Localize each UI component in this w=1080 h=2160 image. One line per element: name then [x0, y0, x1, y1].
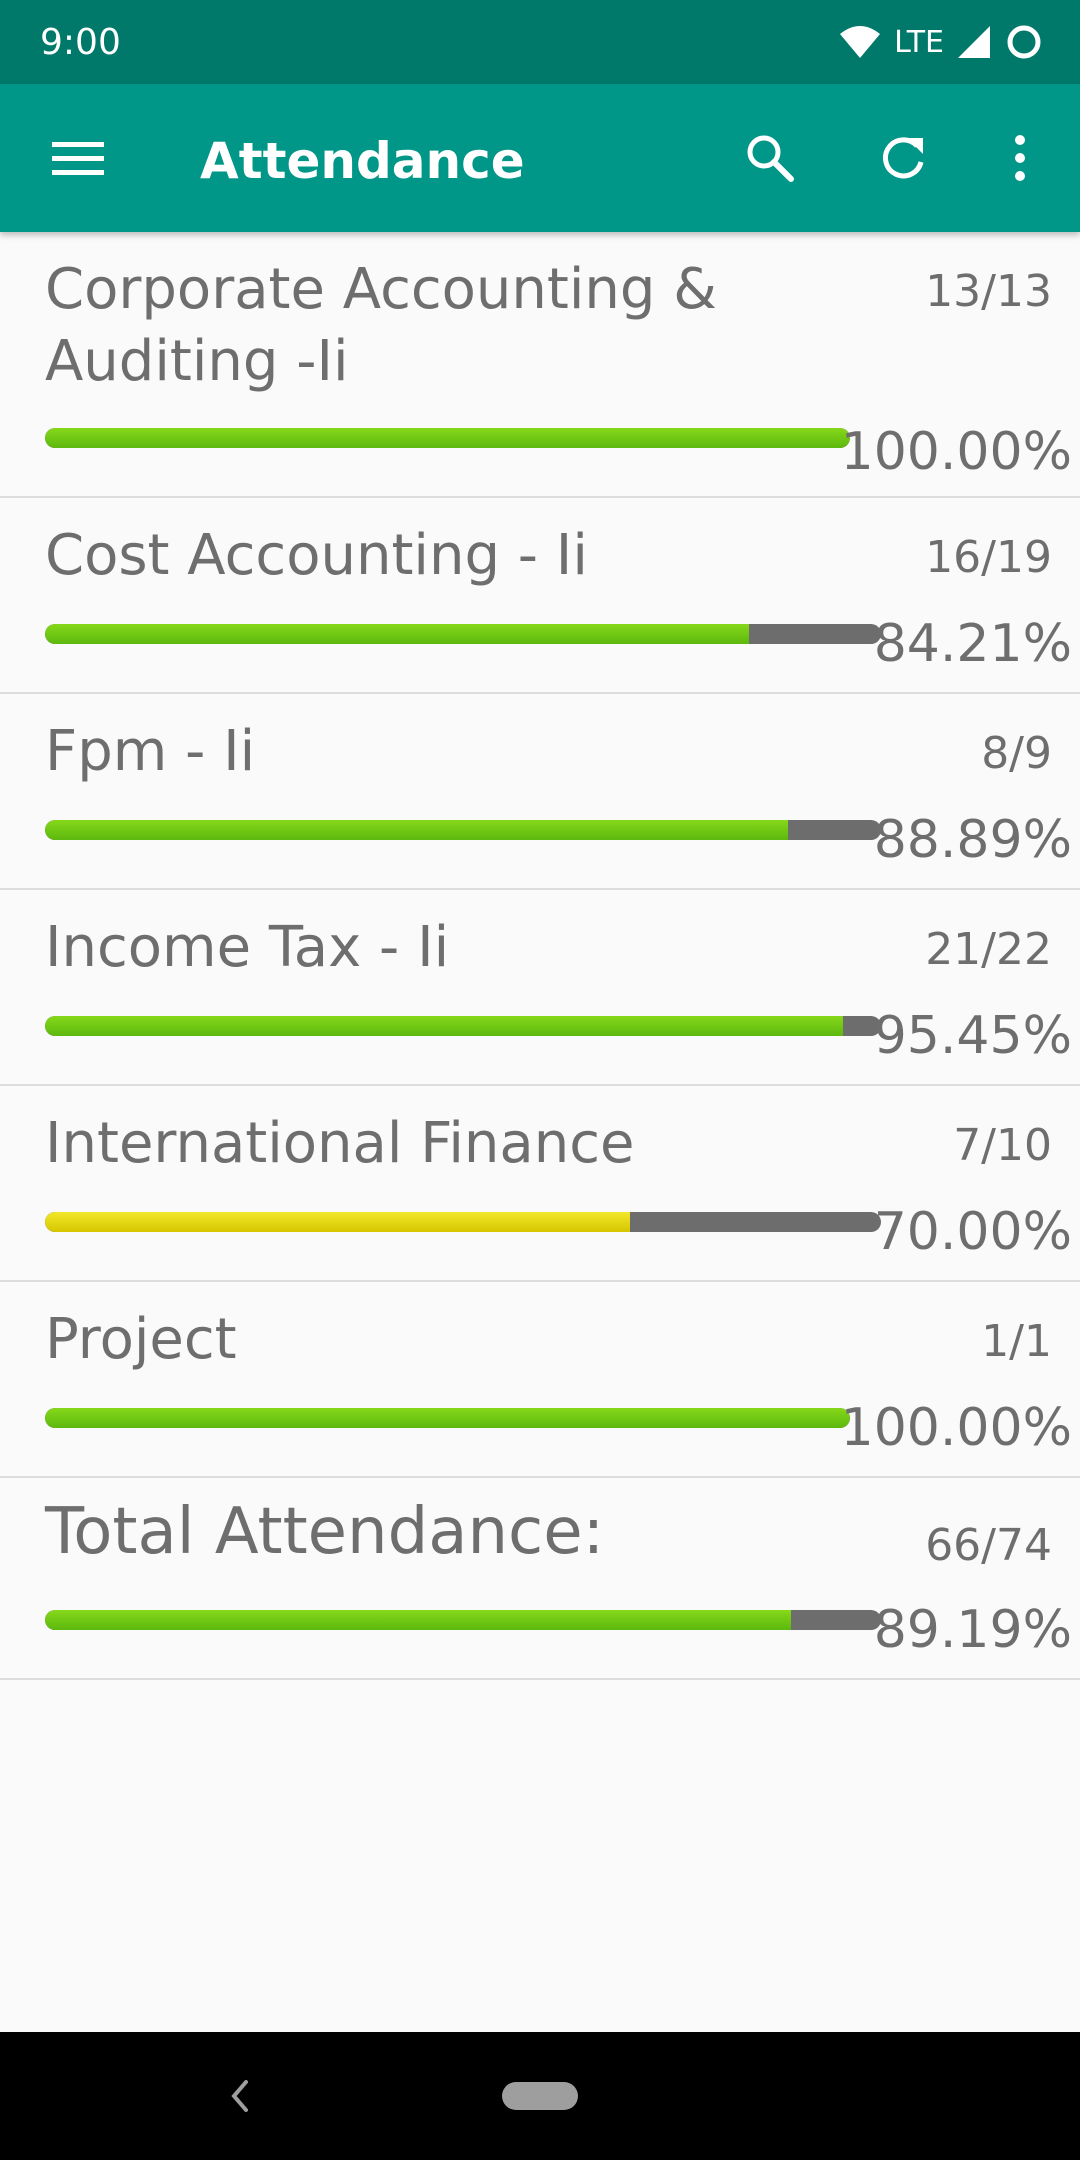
wifi-icon	[840, 26, 881, 58]
more-vert-icon	[1015, 135, 1025, 181]
system-nav-bar	[0, 2032, 1080, 2160]
total-label: Total Attendance:	[45, 1495, 605, 1569]
attendance-progress-fill	[45, 624, 749, 644]
attendance-progress-fill	[45, 428, 850, 448]
menu-icon	[52, 142, 104, 175]
attendance-fraction: 1/1	[981, 1316, 1052, 1367]
attendance-percent: 95.45%	[873, 1006, 1072, 1066]
attendance-fraction: 16/19	[925, 532, 1052, 583]
attendance-percent: 84.21%	[873, 614, 1072, 674]
status-time: 9:00	[40, 22, 121, 63]
attendance-percent: 100.00%	[840, 422, 1072, 482]
attendance-fraction: 13/13	[925, 266, 1052, 317]
battery-circle-icon	[1007, 25, 1041, 59]
attendance-percent: 70.00%	[873, 1202, 1072, 1262]
attendance-percent: 100.00%	[840, 1398, 1072, 1458]
list-item[interactable]: Fpm - Ii 8/9 88.89%	[0, 694, 1080, 890]
total-percent: 89.19%	[873, 1600, 1072, 1660]
app-bar: Attendance	[0, 84, 1080, 232]
list-item[interactable]: International Finance 7/10 70.00%	[0, 1086, 1080, 1282]
total-fraction: 66/74	[925, 1520, 1052, 1571]
refresh-icon	[883, 137, 924, 179]
page-title: Attendance	[200, 132, 525, 190]
attendance-progress-bar	[45, 624, 881, 644]
attendance-fraction: 8/9	[981, 728, 1052, 779]
total-progress-bar	[45, 1610, 881, 1630]
status-icons: LTE	[838, 20, 1044, 64]
cell-signal-icon	[958, 26, 990, 58]
attendance-progress-fill	[45, 1016, 843, 1036]
subject-name: Fpm - Ii	[45, 719, 256, 784]
subject-name: Cost Accounting - Ii	[45, 523, 588, 588]
attendance-list: Corporate Accounting & Auditing -Ii 13/1…	[0, 232, 1080, 1680]
status-bar: 9:00 LTE	[0, 0, 1080, 84]
attendance-progress-fill	[45, 1212, 631, 1232]
attendance-progress-fill	[45, 820, 789, 840]
attendance-fraction: 7/10	[953, 1120, 1052, 1171]
attendance-fraction: 21/22	[925, 924, 1052, 975]
home-pill-button[interactable]	[502, 2082, 578, 2110]
list-item[interactable]: Cost Accounting - Ii 16/19 84.21%	[0, 498, 1080, 694]
list-item[interactable]: Project 1/1 100.00%	[0, 1282, 1080, 1478]
attendance-progress-bar	[45, 1016, 881, 1036]
search-icon	[747, 135, 794, 182]
total-attendance-row: Total Attendance: 66/74 89.19%	[0, 1478, 1080, 1680]
search-button[interactable]	[730, 118, 810, 198]
attendance-progress-bar	[45, 1212, 881, 1232]
refresh-button[interactable]	[863, 118, 943, 198]
network-type: LTE	[894, 24, 944, 60]
subject-name: Corporate Accounting & Auditing -Ii	[45, 257, 717, 394]
list-item[interactable]: Corporate Accounting & Auditing -Ii 13/1…	[0, 232, 1080, 498]
subject-name: Income Tax - Ii	[45, 915, 450, 980]
menu-button[interactable]	[38, 118, 118, 198]
back-icon[interactable]	[220, 2072, 260, 2120]
subject-name: International Finance	[45, 1111, 635, 1176]
list-item[interactable]: Income Tax - Ii 21/22 95.45%	[0, 890, 1080, 1086]
attendance-progress-bar	[45, 428, 850, 448]
overflow-menu-button[interactable]	[980, 118, 1060, 198]
attendance-progress-bar	[45, 1408, 850, 1428]
total-progress-fill	[45, 1610, 791, 1630]
attendance-progress-fill	[45, 1408, 850, 1428]
subject-name: Project	[45, 1307, 237, 1372]
attendance-progress-bar	[45, 820, 881, 840]
attendance-percent: 88.89%	[873, 810, 1072, 870]
